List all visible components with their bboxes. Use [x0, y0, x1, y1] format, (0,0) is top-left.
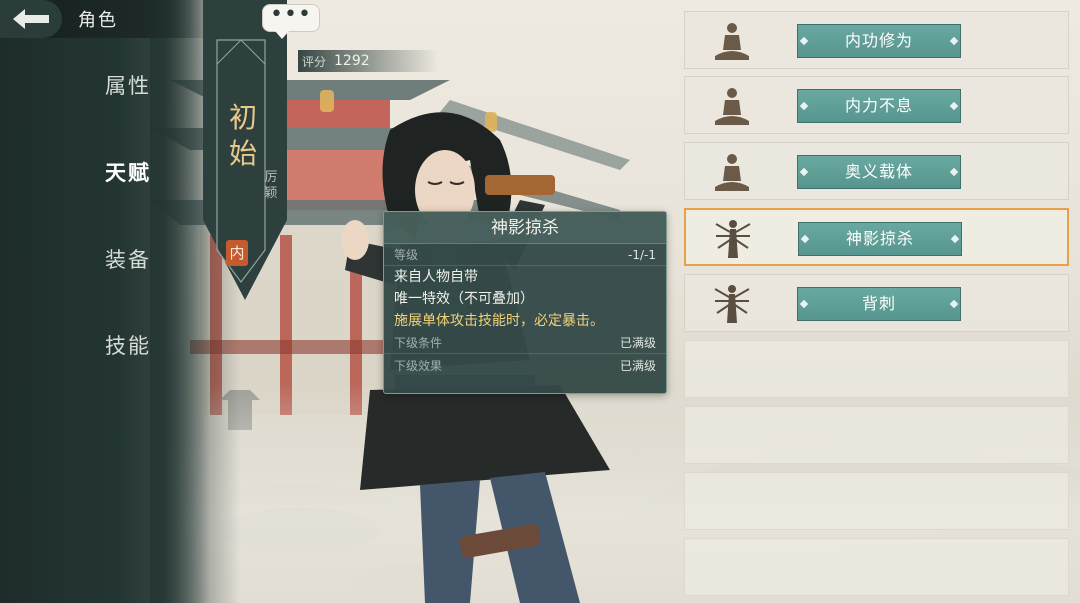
- rank-subtitle: 厉颖: [264, 170, 278, 201]
- skill-row-selected[interactable]: 神影掠杀: [684, 208, 1069, 266]
- skill-button[interactable]: 奥义载体: [797, 155, 961, 189]
- empty-skill-slot: [684, 472, 1069, 530]
- tooltip-next-effect-value: 已满级: [619, 358, 656, 373]
- skill-row[interactable]: 奥义载体: [684, 142, 1069, 200]
- tooltip-level-value: -1/-1: [628, 247, 656, 262]
- skill-row[interactable]: 内功修为: [684, 11, 1069, 69]
- skill-tooltip: 神影掠杀 等级 -1/-1 来自人物自带 唯一特效（不可叠加） 施展单体攻击技能…: [383, 211, 667, 394]
- page-title: 角色: [78, 10, 118, 31]
- tooltip-source: 来自人物自带: [394, 269, 478, 285]
- skill-row[interactable]: 背刺: [684, 274, 1069, 332]
- skill-button[interactable]: 背刺: [797, 287, 961, 321]
- meditation-icon: [715, 88, 749, 125]
- multi-arm-icon: [714, 285, 750, 323]
- score-bar: 评分 1292: [298, 50, 438, 72]
- skill-button[interactable]: 内功修为: [797, 24, 961, 58]
- empty-skill-slot: [684, 538, 1069, 596]
- more-dots-icon: •••: [270, 2, 312, 27]
- nav-item-talent[interactable]: 天赋: [105, 157, 151, 187]
- tooltip-next-cond-value: 已满级: [619, 336, 656, 350]
- tooltip-next-cond-row: 下级条件 已满级: [384, 332, 666, 354]
- back-arrow-icon: [13, 9, 49, 29]
- empty-skill-slot: [684, 340, 1069, 398]
- tooltip-next-effect-label: 下级效果: [394, 358, 443, 373]
- skill-row[interactable]: 内力不息: [684, 76, 1069, 134]
- inner-badge: 内: [226, 240, 248, 266]
- nav-item-equipment[interactable]: 装备: [105, 244, 151, 274]
- score-label: 评分: [302, 54, 327, 69]
- tooltip-level-row: 等级 -1/-1: [384, 244, 666, 266]
- back-button[interactable]: [0, 0, 62, 38]
- skill-button[interactable]: 神影掠杀: [798, 222, 962, 256]
- skill-button[interactable]: 内力不息: [797, 89, 961, 123]
- tooltip-effect: 施展单体攻击技能时，必定暴击。: [394, 313, 604, 329]
- score-value: 1292: [334, 53, 370, 69]
- tooltip-title: 神影掠杀: [384, 212, 666, 244]
- tooltip-level-label: 等级: [394, 248, 419, 262]
- chat-bubble-button[interactable]: •••: [262, 2, 320, 39]
- meditation-icon: [715, 23, 749, 60]
- top-bar: 角色: [0, 0, 210, 38]
- nav-item-skills[interactable]: 技能: [105, 330, 151, 360]
- multi-arm-icon: [715, 220, 751, 258]
- rank-title: 初始: [228, 101, 257, 170]
- nav-item-attributes[interactable]: 属性: [105, 70, 151, 100]
- empty-skill-slot: [684, 406, 1069, 464]
- tooltip-next-cond-label: 下级条件: [394, 336, 443, 350]
- tooltip-next-effect-row: 下级效果 已满级: [384, 354, 666, 376]
- meditation-icon: [715, 154, 749, 191]
- tooltip-unique: 唯一特效（不可叠加）: [394, 291, 534, 307]
